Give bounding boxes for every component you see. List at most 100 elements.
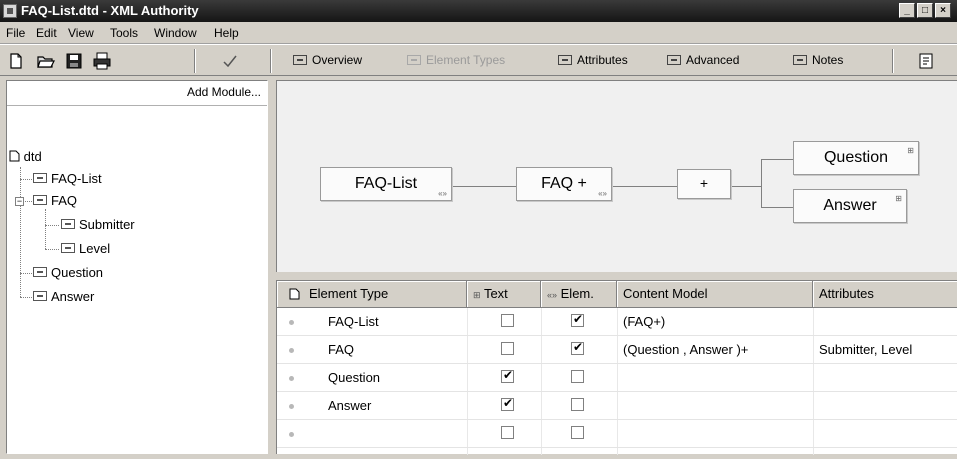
toolbar-separator [270,49,272,73]
column-header-content-model[interactable]: Content Model [617,281,813,308]
tree-line [45,209,46,249]
diagram-connector [761,207,793,208]
diagram-connector [731,186,761,187]
attribute-icon [61,243,75,253]
table-row[interactable]: Question [277,364,957,392]
text-checkbox[interactable] [501,426,514,439]
tree-item-answer[interactable]: Answer [33,289,94,304]
elem-checkbox[interactable] [571,340,584,355]
text-content-icon: ⊞ [895,194,902,203]
element-icon [33,267,47,277]
cell-attributes: Submitter, Level [819,342,913,357]
tab-element-types: Element Types [407,53,505,67]
document-icon [9,150,20,162]
text-checkbox[interactable] [501,368,514,383]
tree-item-question[interactable]: Question [33,265,103,280]
notes-icon [793,55,807,65]
column-header-elem[interactable]: «» Elem. [541,281,617,308]
window-title: FAQ-List.dtd - XML Authority [21,3,199,18]
elem-checkbox[interactable] [571,370,584,383]
attribute-icon [61,219,75,229]
column-header-attributes[interactable]: Attributes [813,281,957,308]
diagram-connector [761,159,793,160]
menu-file[interactable]: File [6,26,25,40]
attributes-icon [558,55,572,65]
tree-line [20,167,21,297]
menu-view[interactable]: View [68,26,94,40]
open-folder-icon[interactable] [36,51,56,71]
diagram-node-sequence[interactable]: + [677,169,731,199]
diagram-node-faq[interactable]: FAQ + «» [516,167,612,201]
tree-item-faq-list[interactable]: FAQ-List [33,171,102,186]
elem-checkbox[interactable] [571,312,584,327]
toolbar: Overview Element Types Attributes Advanc… [0,44,957,76]
menu-tools[interactable]: Tools [110,26,138,40]
diagram-node-question[interactable]: Question ⊞ [793,141,919,175]
document-icon [289,288,300,300]
print-icon[interactable] [92,51,112,71]
diagram-connector [761,159,762,207]
close-button[interactable]: × [935,3,951,18]
column-header-text[interactable]: ⊞ Text [467,281,541,308]
tree-line [45,225,59,226]
tab-notes[interactable]: Notes [793,53,843,67]
text-checkbox[interactable] [501,396,514,411]
cell-element-type: Question [328,370,381,385]
new-file-icon[interactable] [6,51,26,71]
tab-overview[interactable]: Overview [293,53,362,67]
menu-help[interactable]: Help [214,26,239,40]
tree-line [20,273,32,274]
tree-item-faq[interactable]: FAQ [33,193,77,208]
cell-element-type: FAQ-List [328,314,379,329]
module-tree-pane: Add Module... dtd FAQ-List − FAQ Submitt… [6,80,268,454]
table-row[interactable]: Answer [277,392,957,420]
table-row[interactable]: FAQ (Question , Answer )+ Submitter, Lev… [277,336,957,364]
tree-expander[interactable]: − [15,197,24,206]
cell-element-type: Answer [328,398,372,413]
overview-icon [293,55,307,65]
cell-content-model: (Question , Answer )+ [623,342,749,357]
menu-edit[interactable]: Edit [36,26,57,40]
tree-line [20,297,32,298]
element-content-icon: «» [438,189,447,198]
text-checkbox[interactable] [501,342,514,355]
tab-attributes[interactable]: Attributes [558,53,628,67]
tree-item-submitter[interactable]: Submitter [61,217,135,232]
elem-checkbox[interactable] [571,426,584,439]
row-marker [289,320,294,325]
document-icon[interactable] [916,51,936,71]
maximize-button[interactable]: □ [917,3,933,18]
row-marker [289,348,294,353]
tree-root-dtd[interactable]: dtd [9,149,42,164]
table-row[interactable]: FAQ-List (FAQ+) [277,308,957,336]
row-marker [289,404,294,409]
text-checkbox[interactable] [501,314,514,327]
text-content-icon: ⊞ [473,290,481,300]
element-types-icon [407,55,421,65]
diagram-node-faq-list[interactable]: FAQ-List «» [320,167,452,201]
menu-window[interactable]: Window [154,26,197,40]
advanced-icon [667,55,681,65]
table-row-new[interactable] [277,420,957,448]
app-icon [3,4,17,18]
element-content-icon: «» [598,189,607,198]
text-content-icon: ⊞ [907,146,914,155]
element-types-table: Element Type ⊞ Text «» Elem. Content Mod… [276,280,957,455]
diagram-connector [612,186,677,187]
horizontal-splitter[interactable] [276,272,957,280]
cell-content-model: (FAQ+) [623,314,666,329]
save-icon[interactable] [64,51,84,71]
pane-divider [7,105,267,106]
title-bar: FAQ-List.dtd - XML Authority _ □ × [0,0,957,22]
tab-advanced[interactable]: Advanced [667,53,739,67]
column-header-element-type[interactable]: Element Type [277,281,467,308]
elem-checkbox[interactable] [571,398,584,411]
minimize-button[interactable]: _ [899,3,915,18]
toolbar-separator [892,49,894,73]
tree-item-level[interactable]: Level [61,241,110,256]
validate-check-icon[interactable] [220,51,240,71]
add-module-button[interactable]: Add Module... [187,85,261,99]
diagram-node-answer[interactable]: Answer ⊞ [793,189,907,223]
row-marker [289,376,294,381]
diagram-connector [452,186,516,187]
